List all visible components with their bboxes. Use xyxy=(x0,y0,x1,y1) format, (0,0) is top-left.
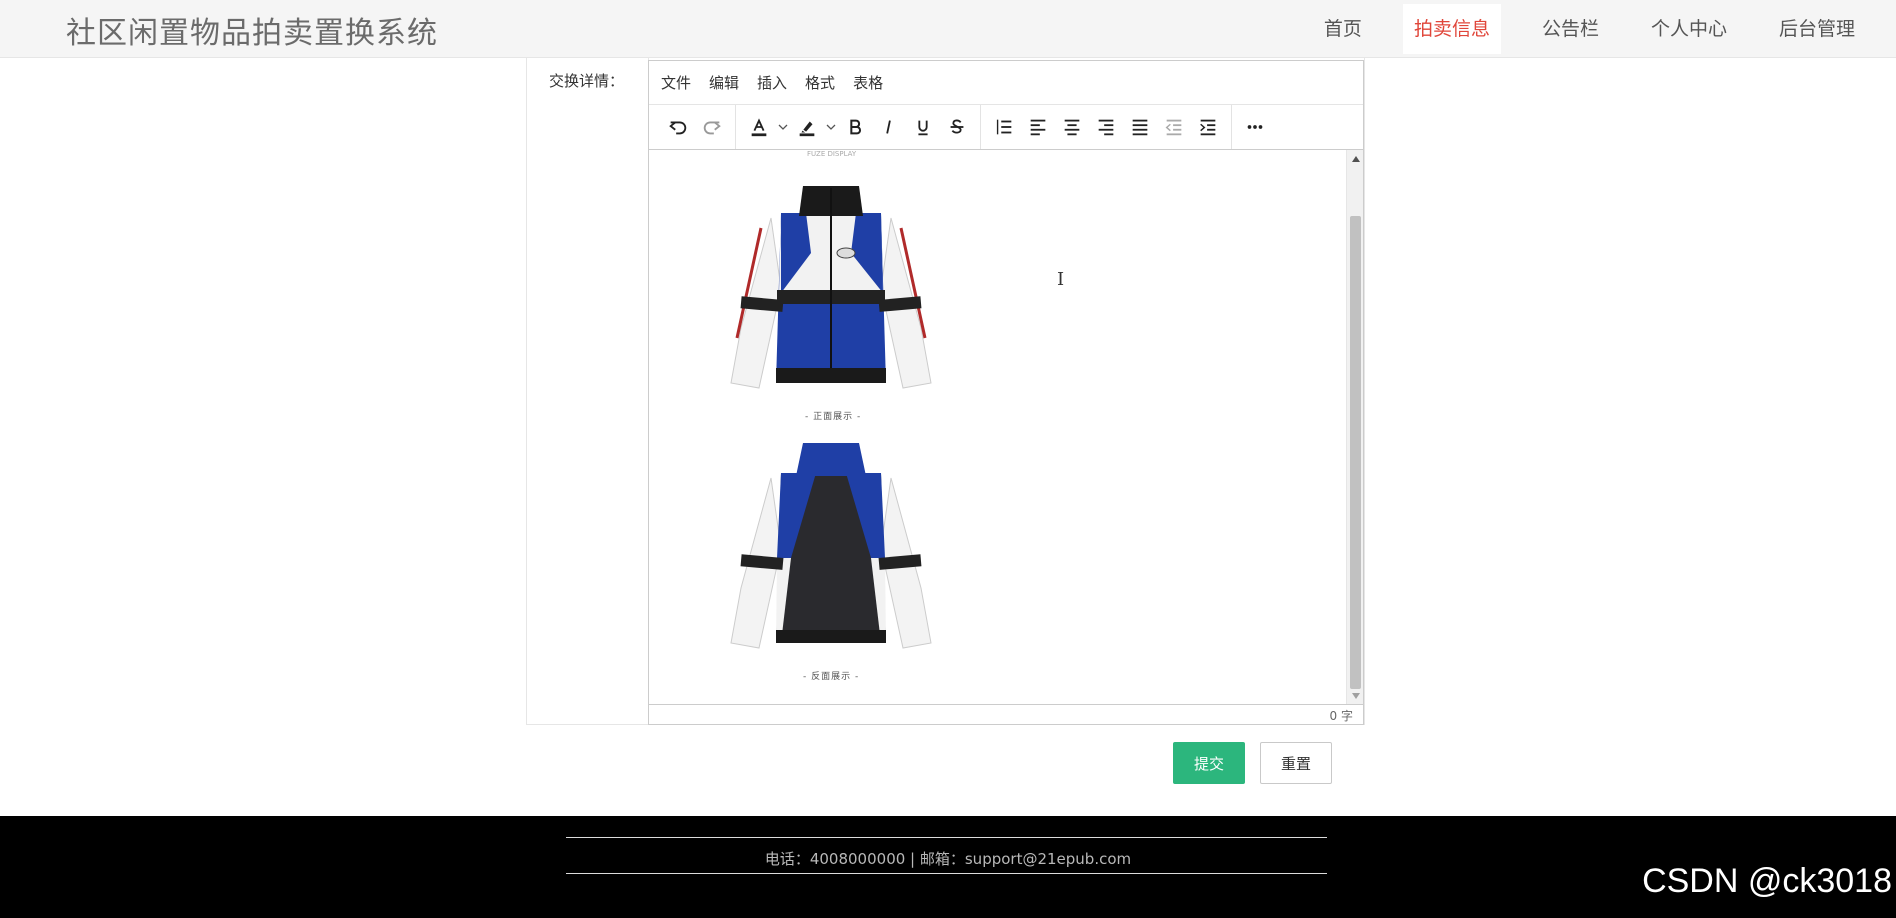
menu-file[interactable]: 文件 xyxy=(661,72,691,93)
back-view-caption: - 反面展示 - xyxy=(803,672,860,682)
menu-format[interactable]: 格式 xyxy=(805,72,835,93)
line-height-icon[interactable] xyxy=(987,110,1021,144)
editor-menubar: 文件 编辑 插入 格式 表格 xyxy=(649,61,1363,105)
editor-toolbar xyxy=(649,105,1363,150)
top-header: 社区闲置物品拍卖置换系统 首页 拍卖信息 公告栏 个人中心 后台管理 xyxy=(0,0,1896,58)
align-left-icon[interactable] xyxy=(1021,110,1055,144)
align-justify-icon[interactable] xyxy=(1123,110,1157,144)
submit-button[interactable]: 提交 xyxy=(1173,742,1245,784)
paragraph-group xyxy=(981,105,1232,149)
highlight-chevron-down-icon[interactable] xyxy=(824,110,838,144)
rich-text-editor: 文件 编辑 插入 格式 表格 FUZE DISPLAY - 正面展示 - - 反… xyxy=(648,60,1364,725)
text-cursor-icon: I xyxy=(1057,269,1065,290)
underline-icon[interactable] xyxy=(906,110,940,144)
italic-icon[interactable] xyxy=(872,110,906,144)
exchange-details-label: 交换详情： xyxy=(549,72,625,90)
editor-scrollbar[interactable] xyxy=(1346,150,1363,705)
jacket-back-image xyxy=(721,438,941,658)
jacket-front-image xyxy=(721,178,941,398)
scroll-thumb[interactable] xyxy=(1350,216,1361,689)
nav-bulletin[interactable]: 公告栏 xyxy=(1531,4,1610,54)
strikethrough-icon[interactable] xyxy=(940,110,974,144)
reset-button[interactable]: 重置 xyxy=(1260,742,1332,784)
word-count: 0 字 xyxy=(1329,709,1353,723)
redo-icon[interactable] xyxy=(695,110,729,144)
scroll-up-arrow-icon[interactable] xyxy=(1347,152,1364,166)
font-color-icon[interactable] xyxy=(742,110,776,144)
menu-edit[interactable]: 编辑 xyxy=(709,72,739,93)
nav-personal-center[interactable]: 个人中心 xyxy=(1640,4,1738,54)
label-column: 交换详情： xyxy=(527,58,649,724)
highlight-icon[interactable] xyxy=(790,110,824,144)
bold-icon[interactable] xyxy=(838,110,872,144)
menu-insert[interactable]: 插入 xyxy=(757,72,787,93)
footer-divider-top xyxy=(566,837,1327,838)
indent-icon[interactable] xyxy=(1191,110,1225,144)
nav-home[interactable]: 首页 xyxy=(1313,4,1373,54)
main-nav: 首页 拍卖信息 公告栏 个人中心 后台管理 xyxy=(1283,0,1866,58)
front-view-caption: - 正面展示 - xyxy=(805,412,862,422)
site-title: 社区闲置物品拍卖置换系统 xyxy=(66,16,438,51)
more-group xyxy=(1232,105,1278,149)
history-group xyxy=(655,105,736,149)
editor-statusbar: 0 字 xyxy=(649,704,1363,724)
undo-icon[interactable] xyxy=(661,110,695,144)
nav-admin[interactable]: 后台管理 xyxy=(1768,4,1866,54)
watermark: CSDN @ck3018 xyxy=(1642,862,1892,900)
more-icon[interactable] xyxy=(1238,110,1272,144)
align-right-icon[interactable] xyxy=(1089,110,1123,144)
color-group xyxy=(736,105,981,149)
nav-auction-info[interactable]: 拍卖信息 xyxy=(1402,4,1501,54)
editor-content[interactable]: FUZE DISPLAY - 正面展示 - - 反面展示 - I xyxy=(649,150,1347,705)
menu-table[interactable]: 表格 xyxy=(853,72,883,93)
align-center-icon[interactable] xyxy=(1055,110,1089,144)
scroll-down-arrow-icon[interactable] xyxy=(1347,689,1364,703)
outdent-icon[interactable] xyxy=(1157,110,1191,144)
image-top-caption: FUZE DISPLAY xyxy=(807,150,857,158)
page-footer: 电话：4008000000 | 邮箱：support@21epub.com CS… xyxy=(0,816,1896,918)
font-color-chevron-down-icon[interactable] xyxy=(776,110,790,144)
footer-contact: 电话：4008000000 | 邮箱：support@21epub.com xyxy=(764,850,1132,868)
footer-divider-bottom xyxy=(566,873,1327,874)
